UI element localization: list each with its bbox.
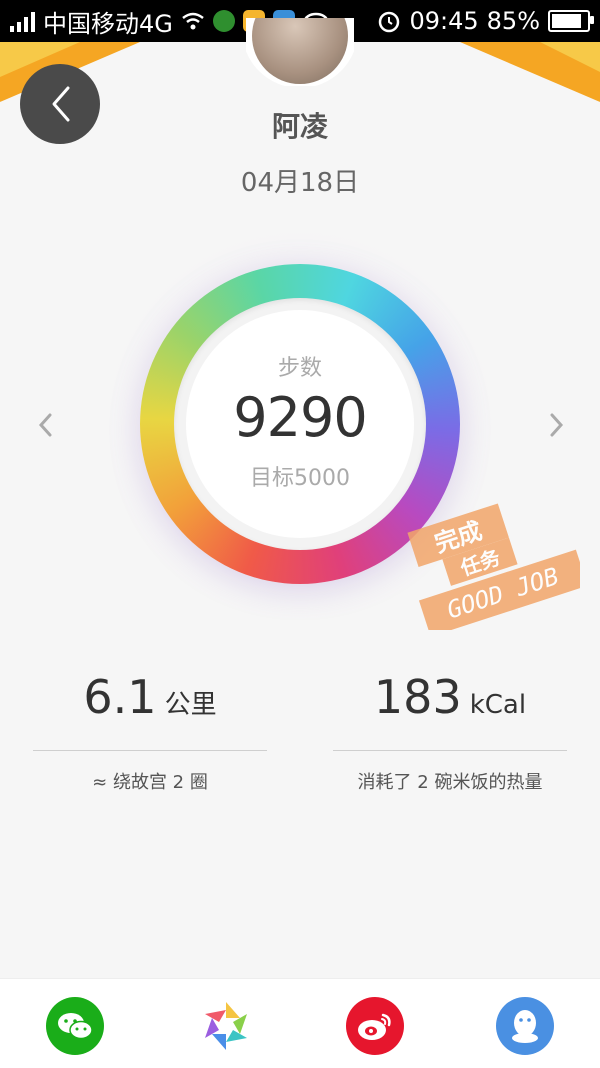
- good-job-stamp: 完成 任务 GOOD JOB: [405, 490, 588, 637]
- weibo-icon: [358, 1013, 391, 1040]
- user-name: 阿凌: [271, 110, 328, 143]
- next-day-button[interactable]: [542, 405, 572, 445]
- distance-stat: 6.1 公里 ≈ 绕故宫 2 圈: [33, 670, 267, 793]
- calories-unit: kCal: [469, 690, 527, 720]
- calories-value: 183: [373, 670, 462, 724]
- app-notification-icon: [212, 10, 235, 32]
- avatar[interactable]: [246, 18, 354, 86]
- divider: [33, 750, 267, 751]
- share-bar: [0, 978, 600, 1068]
- previous-day-button[interactable]: [30, 405, 60, 445]
- moments-icon: [205, 1002, 247, 1050]
- steps-value: 9290: [233, 386, 367, 449]
- distance-unit: 公里: [164, 690, 217, 720]
- chevron-left-icon: [38, 413, 52, 437]
- clock: 09:45: [409, 7, 479, 35]
- qq-icon: [512, 1010, 538, 1043]
- distance-description: ≈ 绕故宫 2 圈: [92, 772, 208, 793]
- steps-goal: 目标5000: [250, 466, 350, 491]
- battery-icon: [548, 10, 594, 32]
- calories-stat: 183 kCal 消耗了 2 碗米饭的热量: [333, 670, 567, 793]
- battery-percent: 85%: [486, 7, 540, 35]
- steps-label: 步数: [277, 356, 322, 381]
- share-qq-button[interactable]: [496, 997, 554, 1055]
- wifi-icon: [182, 12, 204, 30]
- divider: [333, 750, 567, 751]
- calories-description: 消耗了 2 碗米饭的热量: [357, 772, 543, 793]
- carrier-label: 中国移动4G: [43, 9, 173, 38]
- share-moments-button[interactable]: [197, 997, 255, 1055]
- chevron-right-icon: [550, 413, 564, 437]
- wechat-icon: [58, 1013, 93, 1040]
- distance-value: 6.1: [83, 670, 157, 724]
- alarm-icon: [379, 11, 400, 33]
- date-label: 04月18日: [240, 168, 360, 198]
- share-weibo-button[interactable]: [346, 997, 404, 1055]
- share-wechat-button[interactable]: [46, 997, 104, 1055]
- signal-icon: [10, 10, 35, 32]
